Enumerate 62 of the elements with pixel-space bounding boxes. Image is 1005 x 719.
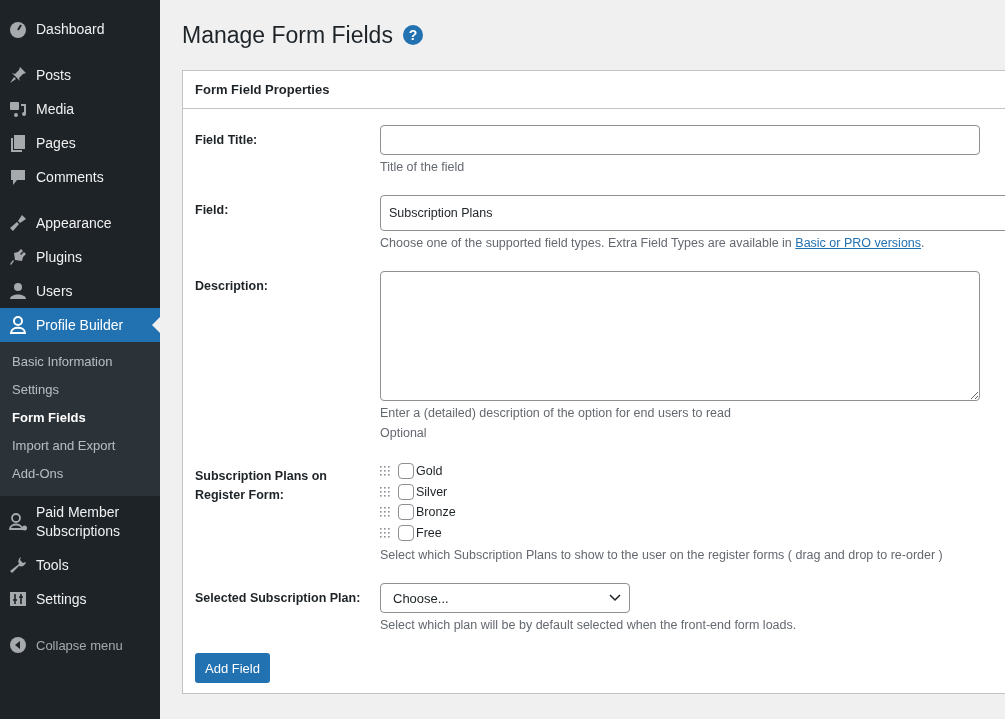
menu-item[interactable]: Users bbox=[0, 274, 160, 308]
pages-icon bbox=[8, 133, 28, 153]
media-icon bbox=[8, 99, 28, 119]
field-label: Field Title: bbox=[195, 132, 259, 149]
drag-handle-icon[interactable] bbox=[380, 486, 390, 497]
menu-item[interactable]: Profile Builder bbox=[0, 308, 160, 342]
field-label: Subscription Plans on Register Form: bbox=[195, 468, 328, 504]
collapse-menu-button[interactable]: Collapse menu bbox=[0, 628, 160, 662]
add-field-button[interactable]: Add Field bbox=[195, 653, 270, 683]
menu-item[interactable]: Comments bbox=[0, 160, 160, 194]
menu-item[interactable]: Appearance bbox=[0, 206, 160, 240]
menu-item[interactable]: Settings bbox=[0, 582, 160, 616]
dashboard-icon bbox=[8, 19, 28, 39]
plug-icon bbox=[8, 247, 28, 267]
brush-icon bbox=[8, 213, 28, 233]
field-label: Description: bbox=[195, 278, 269, 295]
plan-checkbox[interactable] bbox=[398, 463, 414, 480]
page-title: Manage Form Fields bbox=[182, 21, 393, 49]
plan-checkbox[interactable] bbox=[398, 483, 414, 500]
help-text: Optional bbox=[380, 425, 428, 442]
menu-item[interactable]: Plugins bbox=[0, 240, 160, 274]
submenu-item[interactable]: Settings bbox=[0, 376, 160, 404]
plan-checkbox[interactable] bbox=[398, 524, 414, 541]
submenu-item[interactable]: Add-Ons bbox=[0, 460, 160, 488]
help-text: Title of the field bbox=[380, 159, 466, 176]
field-label: Field: bbox=[195, 202, 230, 219]
submenu-item[interactable]: Basic Information bbox=[0, 348, 160, 376]
collapse-icon bbox=[8, 635, 28, 655]
menu-item[interactable]: Pages bbox=[0, 126, 160, 160]
menu-item[interactable]: Paid Member Subscriptions bbox=[0, 496, 160, 548]
user-icon bbox=[8, 281, 28, 301]
caret-icon bbox=[609, 594, 621, 602]
field-type-select[interactable]: Subscription Plans bbox=[380, 195, 1005, 231]
plan-dropdown[interactable]: Choose... bbox=[380, 583, 630, 613]
wrench-icon bbox=[8, 555, 28, 575]
menu-item[interactable]: Dashboard bbox=[0, 12, 160, 46]
drag-handle-icon[interactable] bbox=[380, 527, 390, 538]
help-text: Enter a (detailed) description of the option for end users to read bbox=[380, 405, 732, 422]
menu-item[interactable]: Posts bbox=[0, 58, 160, 92]
submenu-item[interactable]: Import and Export bbox=[0, 432, 160, 460]
plan-label: Free bbox=[416, 525, 442, 540]
drag-handle-icon[interactable] bbox=[380, 466, 390, 477]
help-text: Select which Subscription Plans to show to the user on the register forms ( drag and drop to re-order ) bbox=[380, 547, 944, 564]
member-icon bbox=[8, 512, 28, 532]
plan-checkbox[interactable] bbox=[398, 504, 414, 521]
plan-label: Silver bbox=[416, 484, 448, 499]
field-title-input[interactable] bbox=[380, 125, 980, 155]
help-text: Choose one of the supported field types. Extra Field Types are available in Basic or PRO versions. bbox=[380, 235, 926, 252]
help-text: Select which plan will be by default selected when the front-end form loads. bbox=[380, 617, 798, 634]
field-label: Selected Subscription Plan: bbox=[195, 590, 362, 607]
pin-icon bbox=[8, 65, 28, 85]
drag-handle-icon[interactable] bbox=[380, 507, 390, 518]
submenu-item[interactable]: Form Fields bbox=[0, 404, 160, 432]
help-button[interactable]: ? bbox=[402, 25, 423, 45]
menu-item[interactable]: Tools bbox=[0, 548, 160, 582]
comment-icon bbox=[8, 167, 28, 187]
plan-label: Bronze bbox=[416, 505, 456, 520]
menu-item[interactable]: Media bbox=[0, 92, 160, 126]
profile-icon bbox=[8, 315, 28, 335]
sliders-icon bbox=[8, 589, 28, 609]
panel-title: Form Field Properties bbox=[183, 71, 1005, 109]
plan-label: Gold bbox=[416, 464, 443, 479]
